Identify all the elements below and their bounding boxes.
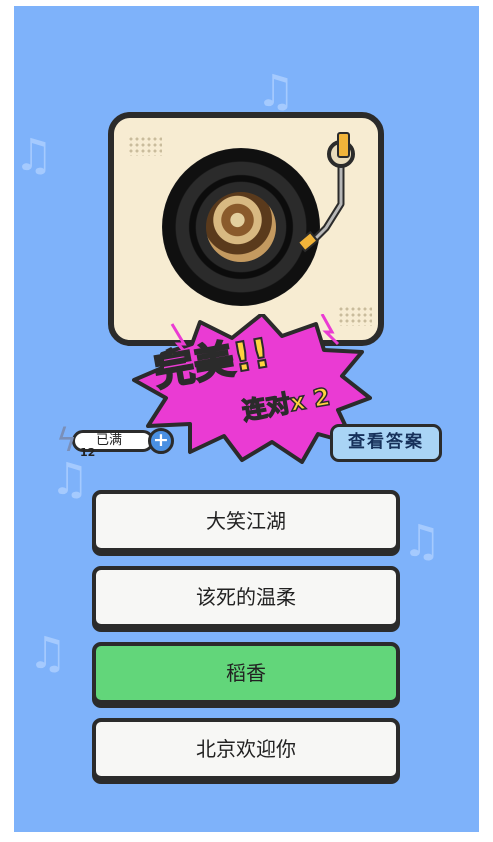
option-button-correct[interactable]: 稻香 — [92, 642, 400, 704]
add-energy-button[interactable]: + — [148, 428, 174, 454]
music-note-icon: ♫ — [50, 454, 90, 505]
plus-icon: + — [153, 429, 169, 451]
tonearm-weight — [337, 132, 350, 158]
game-screen: ♫ ♫ ♫ ♫ ♫ 完美!! 连对x 2 ϟ 12 已满 + 查看答案 大笑江湖… — [14, 6, 479, 832]
option-button[interactable]: 该死的温柔 — [92, 566, 400, 628]
energy-indicator: ϟ 12 已满 + — [52, 421, 174, 459]
energy-count: 12 — [80, 446, 96, 459]
music-note-icon: ♫ — [28, 628, 68, 679]
music-note-icon: ♫ — [14, 130, 54, 181]
music-note-icon: ♫ — [256, 66, 296, 117]
music-note-icon: ♫ — [402, 516, 442, 567]
turntable — [108, 112, 384, 346]
view-answer-button[interactable]: 查看答案 — [330, 424, 442, 462]
energy-status: 已满 — [96, 433, 123, 448]
option-button[interactable]: 北京欢迎你 — [92, 718, 400, 780]
option-button[interactable]: 大笑江湖 — [92, 490, 400, 552]
lightning-icon: ϟ — [56, 421, 78, 459]
